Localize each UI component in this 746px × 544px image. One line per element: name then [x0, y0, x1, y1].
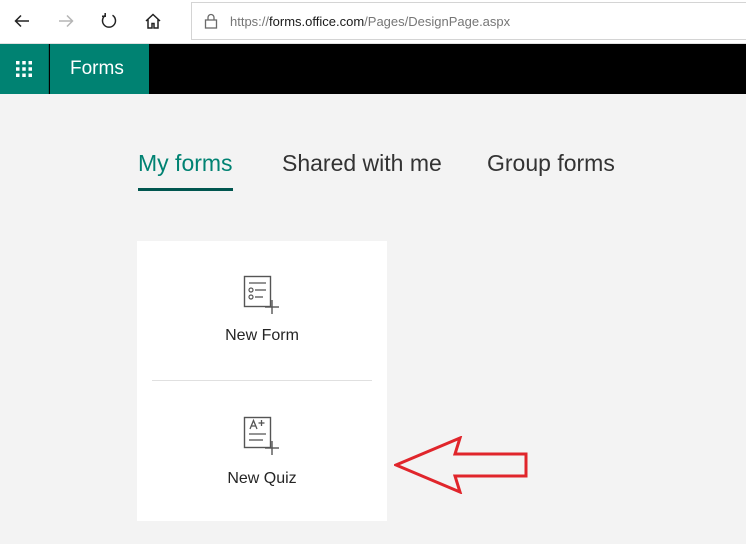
url-host: forms.office.com [269, 13, 365, 29]
tab-my-forms[interactable]: My forms [138, 150, 233, 177]
tab-group-forms[interactable]: Group forms [487, 150, 615, 177]
back-button[interactable] [7, 6, 37, 36]
browser-toolbar: https://forms.office.com/Pages/DesignPag… [0, 0, 746, 44]
app-launcher-button[interactable] [0, 44, 49, 94]
new-quiz-button[interactable]: New Quiz [137, 381, 387, 521]
red-arrow-annotation [394, 436, 528, 494]
new-quiz-icon [243, 416, 279, 455]
url-path: /Pages/DesignPage.aspx [364, 13, 511, 29]
app-header: Forms [0, 44, 746, 94]
new-form-button[interactable]: New Form [137, 241, 387, 381]
url-prefix: https:// [230, 13, 270, 29]
new-form-label: New Form [225, 327, 299, 344]
back-arrow-icon [14, 14, 29, 28]
waffle-icon [16, 61, 32, 77]
new-quiz-label: New Quiz [227, 470, 297, 487]
url-text: https://forms.office.com/Pages/DesignPag… [230, 14, 510, 29]
new-form-icon [243, 275, 279, 314]
active-tab-indicator [138, 188, 233, 191]
address-bar[interactable]: https://forms.office.com/Pages/DesignPag… [191, 2, 746, 40]
home-icon [145, 13, 161, 29]
create-new-card: New Form New Quiz [137, 241, 387, 521]
refresh-button[interactable] [94, 6, 124, 36]
home-button[interactable] [138, 6, 168, 36]
tab-shared-with-me[interactable]: Shared with me [282, 150, 442, 177]
app-brand-link[interactable]: Forms [50, 44, 149, 94]
lock-icon [204, 13, 218, 29]
refresh-icon [101, 13, 117, 28]
forward-arrow-icon [59, 14, 74, 28]
forward-button[interactable] [51, 6, 81, 36]
